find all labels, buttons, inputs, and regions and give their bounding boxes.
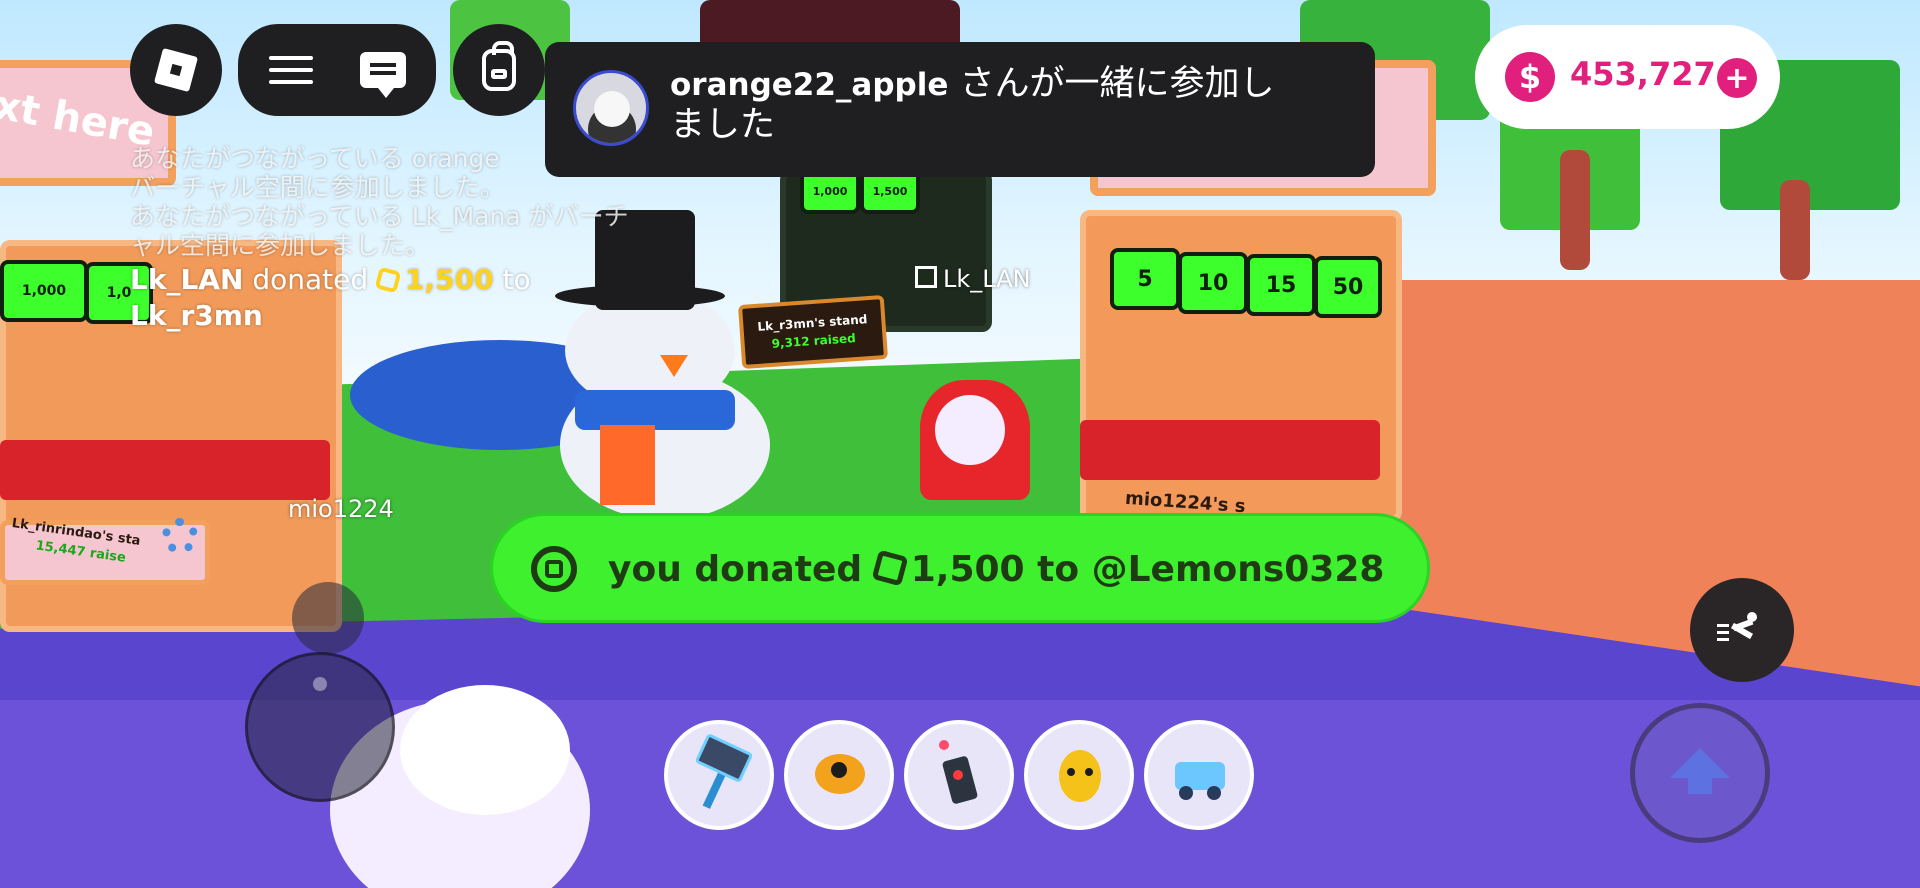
center-stand-sign: Lk_r3mn's stand 9,312 raised [738, 295, 888, 369]
sprint-button[interactable] [1690, 578, 1794, 682]
donation-suffix: to @Lemons0328 [1025, 549, 1385, 590]
donate-tile[interactable]: 50 [1314, 256, 1382, 318]
gear-icon [162, 518, 198, 554]
chat-donation-amount-wrap: 1,500 [377, 263, 494, 296]
donation-banner: you donated 1,500 to @Lemons0328 [490, 513, 1430, 623]
chat-button[interactable] [340, 24, 426, 116]
chat-message: あなたがつながっている orange [130, 144, 690, 173]
chat-recipient-name: Lk_r3mn [130, 299, 263, 332]
hotbar-slot-4[interactable] [1024, 720, 1134, 830]
hotbar-slot-1[interactable] [664, 720, 774, 830]
movement-joystick[interactable] [245, 652, 395, 802]
donate-tile[interactable]: 10 [1178, 252, 1248, 314]
backpack-icon [482, 49, 516, 91]
player-tag-name: Lk_LAN [943, 265, 1031, 293]
chat-message: ャル空間に参加しました。 [130, 231, 690, 260]
cart-tool-icon [1169, 740, 1229, 810]
chat-message: バーチャル空間に参加しました。 [130, 173, 690, 202]
donate-tile[interactable]: 15 [1246, 254, 1316, 316]
donation-amount: 1,500 [911, 549, 1025, 590]
tile-label: 1,000 [22, 283, 66, 299]
chat-message: あなたがつながっている Lk_Mana がバーチ [130, 202, 690, 231]
chat-donation-amount: 1,500 [405, 263, 494, 296]
tile-label: 15 [1266, 273, 1297, 298]
hotbar-slot-3[interactable] [904, 720, 1014, 830]
hamburger-icon [269, 56, 313, 84]
hotbar-slot-5[interactable] [1144, 720, 1254, 830]
buy-currency-button[interactable]: + [1717, 58, 1757, 98]
joystick-center-dot [313, 677, 327, 691]
remote-control-tool-icon [929, 740, 989, 810]
snowman-scarf [575, 390, 735, 430]
pet-egg-tool-icon [1049, 740, 1109, 810]
snowman-scarf-tail [600, 425, 655, 505]
santa-head [935, 395, 1005, 465]
notification-text: orange22_apple さんが一緒に参加し ました [670, 64, 1350, 145]
player-name-tag: Lk_LAN [915, 265, 1031, 293]
donate-tile[interactable]: 1,000 [0, 260, 88, 322]
chat-log: あなたがつながっている orange バーチャル空間に参加しました。 あなたがつ… [130, 144, 690, 334]
tile-label: 10 [1198, 271, 1229, 296]
tree [1780, 180, 1810, 280]
player-tag-icon [915, 266, 937, 288]
chat-donor-name: Lk_LAN [130, 263, 243, 296]
chat-donation-message: Lk_LAN donated 1,500 to Lk_r3mn [130, 262, 690, 334]
notification-message-2: ました [670, 105, 775, 145]
chat-to-word: to [494, 263, 531, 296]
tile-label: 5 [1137, 267, 1152, 292]
currency-display: $ 453,727 + [1475, 25, 1780, 129]
currency-value: 453,727 [1570, 55, 1716, 93]
jump-arrow-icon [1670, 748, 1730, 778]
tile-label: 1,000 [813, 185, 848, 198]
notification-username: orange22_apple [670, 67, 948, 103]
donate-tile[interactable]: 5 [1110, 248, 1180, 310]
chat-icon [360, 52, 406, 88]
player-character-hair [400, 685, 570, 815]
backpack-button[interactable] [453, 24, 545, 116]
robux-icon [375, 267, 402, 294]
roblox-menu-button[interactable] [130, 24, 222, 116]
joystick-knob[interactable] [292, 582, 364, 654]
roblox-logo-icon [154, 48, 198, 92]
robux-icon [871, 550, 908, 587]
avatar [573, 70, 649, 146]
right-table [1080, 420, 1380, 480]
hotbar-slot-2[interactable] [784, 720, 894, 830]
tile-label: 1,500 [873, 185, 908, 198]
running-person-icon [1717, 610, 1767, 650]
player-name-tag: mio1224 [288, 495, 394, 523]
tree [1560, 150, 1590, 270]
snowman-nose [660, 355, 688, 377]
jump-button[interactable] [1630, 703, 1770, 843]
currency-icon: $ [1505, 52, 1555, 102]
tile-label: 50 [1333, 275, 1364, 300]
hammer-tool-icon [689, 740, 749, 810]
notification-message-1: さんが一緒に参加し [948, 64, 1274, 104]
chat-donated-word: donated [243, 263, 377, 296]
donation-prefix: you donated [608, 549, 875, 590]
donation-banner-text: you donated 1,500 to @Lemons0328 [608, 549, 1384, 590]
rocket-fish-tool-icon [809, 740, 869, 810]
hamburger-button[interactable] [250, 24, 332, 116]
left-table [0, 440, 330, 500]
tile-label: 1,0 [107, 285, 132, 301]
robux-icon [531, 546, 577, 592]
